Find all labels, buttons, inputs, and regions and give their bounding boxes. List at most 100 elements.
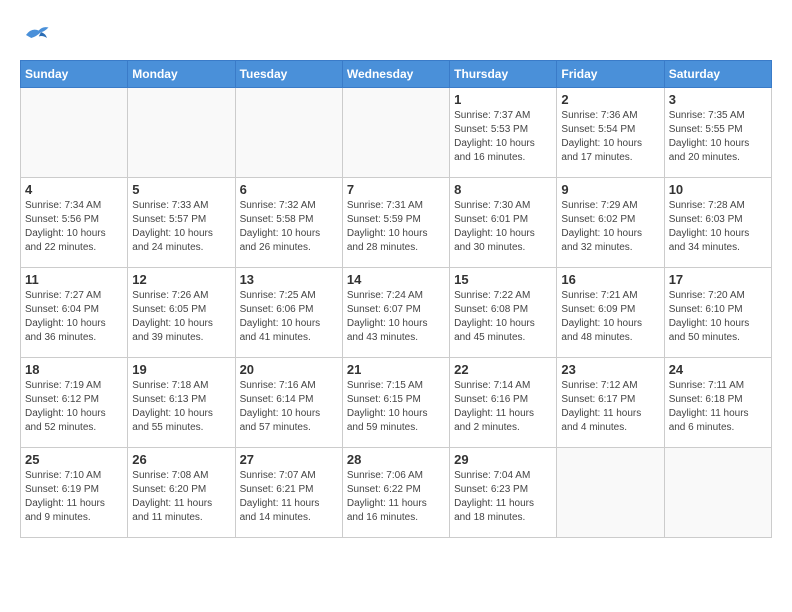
calendar-cell — [21, 88, 128, 178]
day-info: Sunrise: 7:14 AM Sunset: 6:16 PM Dayligh… — [454, 379, 552, 435]
day-number: 29 — [454, 452, 552, 467]
calendar-cell — [128, 88, 235, 178]
weekday-header: Wednesday — [342, 61, 449, 88]
day-info: Sunrise: 7:18 AM Sunset: 6:13 PM Dayligh… — [132, 379, 230, 435]
calendar-cell: 29Sunrise: 7:04 AM Sunset: 6:23 PM Dayli… — [450, 448, 557, 538]
calendar-cell: 20 Sunrise: 7:16 AM Sunset: 6:14 PM Dayli… — [235, 358, 342, 448]
calendar-cell: 7 Sunrise: 7:31 AM Sunset: 5:59 PM Daylig… — [342, 178, 449, 268]
day-info: Sunrise: 7:31 AM Sunset: 5:59 PM Dayligh… — [347, 199, 445, 255]
weekday-header: Tuesday — [235, 61, 342, 88]
day-number: 18 — [25, 362, 123, 377]
day-info: Sunrise: 7:07 AM Sunset: 6:21 PM Dayligh… — [240, 469, 338, 525]
day-info: Sunrise: 7:27 AM Sunset: 6:04 PM Dayligh… — [25, 289, 123, 345]
day-info: Sunrise: 7:08 AM Sunset: 6:20 PM Dayligh… — [132, 469, 230, 525]
calendar-cell: 9 Sunrise: 7:29 AM Sunset: 6:02 PM Daylig… — [557, 178, 664, 268]
day-info: Sunrise: 7:06 AM Sunset: 6:22 PM Dayligh… — [347, 469, 445, 525]
day-info: Sunrise: 7:36 AM Sunset: 5:54 PM Dayligh… — [561, 109, 659, 165]
calendar-cell — [342, 88, 449, 178]
day-number: 7 — [347, 182, 445, 197]
calendar-cell: 28 Sunrise: 7:06 AM Sunset: 6:22 PM Dayli… — [342, 448, 449, 538]
day-info: Sunrise: 7:10 AM Sunset: 6:19 PM Dayligh… — [25, 469, 123, 525]
day-info: Sunrise: 7:34 AM Sunset: 5:56 PM Dayligh… — [25, 199, 123, 255]
day-number: 23 — [561, 362, 659, 377]
day-info: Sunrise: 7:24 AM Sunset: 6:07 PM Dayligh… — [347, 289, 445, 345]
day-number: 28 — [347, 452, 445, 467]
calendar-cell: 24 Sunrise: 7:11 AM Sunset: 6:18 PM Dayli… — [664, 358, 771, 448]
calendar-table: SundayMondayTuesdayWednesdayThursdayFrid… — [20, 60, 772, 538]
day-number: 4 — [25, 182, 123, 197]
day-number: 20 — [240, 362, 338, 377]
weekday-header: Saturday — [664, 61, 771, 88]
day-number: 24 — [669, 362, 767, 377]
logo — [20, 20, 54, 50]
calendar-cell: 17Sunrise: 7:20 AM Sunset: 6:10 PM Dayli… — [664, 268, 771, 358]
calendar-week-row: 11 Sunrise: 7:27 AM Sunset: 6:04 PM Dayli… — [21, 268, 772, 358]
calendar-cell: 21 Sunrise: 7:15 AM Sunset: 6:15 PM Dayli… — [342, 358, 449, 448]
day-number: 25 — [25, 452, 123, 467]
day-info: Sunrise: 7:20 AM Sunset: 6:10 PM Dayligh… — [669, 289, 767, 345]
day-number: 12 — [132, 272, 230, 287]
calendar-cell: 15 Sunrise: 7:22 AM Sunset: 6:08 PM Dayli… — [450, 268, 557, 358]
calendar-cell: 2 Sunrise: 7:36 AM Sunset: 5:54 PM Daylig… — [557, 88, 664, 178]
day-number: 1 — [454, 92, 552, 107]
calendar-cell: 27 Sunrise: 7:07 AM Sunset: 6:21 PM Dayli… — [235, 448, 342, 538]
calendar-cell: 19 Sunrise: 7:18 AM Sunset: 6:13 PM Dayli… — [128, 358, 235, 448]
calendar-cell: 13 Sunrise: 7:25 AM Sunset: 6:06 PM Dayli… — [235, 268, 342, 358]
day-info: Sunrise: 7:30 AM Sunset: 6:01 PM Dayligh… — [454, 199, 552, 255]
day-info: Sunrise: 7:22 AM Sunset: 6:08 PM Dayligh… — [454, 289, 552, 345]
weekday-header: Sunday — [21, 61, 128, 88]
calendar-cell: 1 Sunrise: 7:37 AM Sunset: 5:53 PM Daylig… — [450, 88, 557, 178]
calendar-cell — [235, 88, 342, 178]
calendar-cell: 16 Sunrise: 7:21 AM Sunset: 6:09 PM Dayli… — [557, 268, 664, 358]
day-info: Sunrise: 7:35 AM Sunset: 5:55 PM Dayligh… — [669, 109, 767, 165]
day-info: Sunrise: 7:32 AM Sunset: 5:58 PM Dayligh… — [240, 199, 338, 255]
day-number: 5 — [132, 182, 230, 197]
page-header — [20, 20, 772, 50]
calendar-cell: 14 Sunrise: 7:24 AM Sunset: 6:07 PM Dayli… — [342, 268, 449, 358]
day-info: Sunrise: 7:15 AM Sunset: 6:15 PM Dayligh… — [347, 379, 445, 435]
day-number: 16 — [561, 272, 659, 287]
calendar-cell: 8Sunrise: 7:30 AM Sunset: 6:01 PM Daylig… — [450, 178, 557, 268]
day-number: 27 — [240, 452, 338, 467]
calendar-week-row: 25 Sunrise: 7:10 AM Sunset: 6:19 PM Dayli… — [21, 448, 772, 538]
day-info: Sunrise: 7:25 AM Sunset: 6:06 PM Dayligh… — [240, 289, 338, 345]
logo-icon — [20, 20, 50, 50]
day-info: Sunrise: 7:28 AM Sunset: 6:03 PM Dayligh… — [669, 199, 767, 255]
calendar-week-row: 1 Sunrise: 7:37 AM Sunset: 5:53 PM Daylig… — [21, 88, 772, 178]
day-number: 19 — [132, 362, 230, 377]
calendar-cell: 10Sunrise: 7:28 AM Sunset: 6:03 PM Dayli… — [664, 178, 771, 268]
day-number: 9 — [561, 182, 659, 197]
day-number: 2 — [561, 92, 659, 107]
day-info: Sunrise: 7:12 AM Sunset: 6:17 PM Dayligh… — [561, 379, 659, 435]
day-info: Sunrise: 7:26 AM Sunset: 6:05 PM Dayligh… — [132, 289, 230, 345]
day-number: 6 — [240, 182, 338, 197]
day-info: Sunrise: 7:21 AM Sunset: 6:09 PM Dayligh… — [561, 289, 659, 345]
calendar-cell: 22 Sunrise: 7:14 AM Sunset: 6:16 PM Dayli… — [450, 358, 557, 448]
calendar-cell: 25 Sunrise: 7:10 AM Sunset: 6:19 PM Dayli… — [21, 448, 128, 538]
calendar-cell: 5 Sunrise: 7:33 AM Sunset: 5:57 PM Daylig… — [128, 178, 235, 268]
day-info: Sunrise: 7:19 AM Sunset: 6:12 PM Dayligh… — [25, 379, 123, 435]
day-info: Sunrise: 7:37 AM Sunset: 5:53 PM Dayligh… — [454, 109, 552, 165]
day-number: 14 — [347, 272, 445, 287]
weekday-header: Monday — [128, 61, 235, 88]
day-info: Sunrise: 7:29 AM Sunset: 6:02 PM Dayligh… — [561, 199, 659, 255]
day-info: Sunrise: 7:11 AM Sunset: 6:18 PM Dayligh… — [669, 379, 767, 435]
calendar-cell: 18 Sunrise: 7:19 AM Sunset: 6:12 PM Dayli… — [21, 358, 128, 448]
day-number: 3 — [669, 92, 767, 107]
calendar-cell: 3 Sunrise: 7:35 AM Sunset: 5:55 PM Daylig… — [664, 88, 771, 178]
day-number: 11 — [25, 272, 123, 287]
day-number: 13 — [240, 272, 338, 287]
calendar-cell — [664, 448, 771, 538]
calendar-cell — [557, 448, 664, 538]
calendar-cell: 26Sunrise: 7:08 AM Sunset: 6:20 PM Dayli… — [128, 448, 235, 538]
day-number: 15 — [454, 272, 552, 287]
weekday-header: Thursday — [450, 61, 557, 88]
calendar-header-row: SundayMondayTuesdayWednesdayThursdayFrid… — [21, 61, 772, 88]
day-info: Sunrise: 7:16 AM Sunset: 6:14 PM Dayligh… — [240, 379, 338, 435]
calendar-cell: 12 Sunrise: 7:26 AM Sunset: 6:05 PM Dayli… — [128, 268, 235, 358]
calendar-cell: 11 Sunrise: 7:27 AM Sunset: 6:04 PM Dayli… — [21, 268, 128, 358]
calendar-cell: 6 Sunrise: 7:32 AM Sunset: 5:58 PM Daylig… — [235, 178, 342, 268]
day-info: Sunrise: 7:33 AM Sunset: 5:57 PM Dayligh… — [132, 199, 230, 255]
day-number: 21 — [347, 362, 445, 377]
day-number: 22 — [454, 362, 552, 377]
